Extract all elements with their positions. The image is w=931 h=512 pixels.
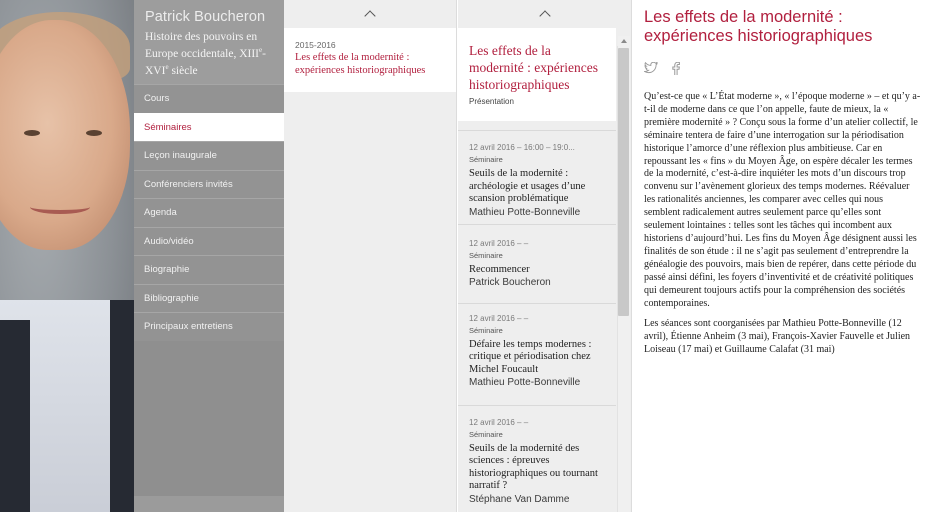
- nav-item-audio-video[interactable]: Audio/vidéo: [134, 226, 284, 255]
- session-header-title: Les effets de la modernité : expériences…: [469, 43, 598, 92]
- session-kind: Séminaire: [469, 325, 503, 335]
- years-scroll-up[interactable]: [284, 0, 456, 28]
- scrollbar-up-arrow[interactable]: [618, 36, 630, 46]
- session-kind: Séminaire: [469, 429, 503, 439]
- session-title: Défaire les temps modernes : critique et…: [469, 338, 592, 375]
- nav-item-cours[interactable]: Cours: [134, 84, 284, 113]
- session-speaker: Mathieu Potte-Bonneville: [469, 206, 581, 218]
- sessions-list: Les effets de la modernité : expériences…: [458, 28, 616, 511]
- session-date: 12 avril 2016 – –: [469, 417, 529, 427]
- session-item[interactable]: 12 avril 2016 – – Séminaire Seuils de la…: [458, 404, 616, 511]
- nav-item-seminaires[interactable]: Séminaires: [134, 112, 284, 141]
- nav-item-biographie[interactable]: Biographie: [134, 255, 284, 284]
- nav-list: Cours Séminaires Leçon inaugurale Confér…: [134, 84, 284, 341]
- session-speaker: Stéphane Van Damme: [469, 493, 570, 505]
- year-seminar-title[interactable]: Les effets de la modernité : expériences…: [295, 52, 446, 77]
- session-speaker: Mathieu Potte-Bonneville: [469, 377, 581, 388]
- article-paragraph: Qu’est-ce que « L’État moderne », « l’ép…: [644, 91, 921, 309]
- article-column: Les effets de la modernité : expériences…: [632, 0, 931, 512]
- session-header[interactable]: Les effets de la modernité : expériences…: [458, 28, 616, 121]
- profile-header: Patrick Boucheron Histoire des pouvoirs …: [134, 0, 284, 84]
- session-date: 12 avril 2016 – –: [469, 313, 529, 323]
- session-kind: Séminaire: [469, 250, 503, 260]
- session-title: Recommencer: [469, 263, 530, 275]
- session-item[interactable]: 12 avril 2016 – – Séminaire Défaire les …: [458, 302, 616, 405]
- article-body: Qu’est-ce que « L’État moderne », « l’ép…: [644, 91, 921, 357]
- article-paragraph: Les séances sont coorganisées par Mathie…: [644, 318, 911, 356]
- professor-name[interactable]: Patrick Boucheron: [145, 9, 274, 25]
- chevron-up-icon: [364, 10, 376, 22]
- article-title: Les effets de la modernité : expériences…: [644, 8, 873, 45]
- session-item[interactable]: 12 avril 2016 – 16:00 – 19:0... Séminair…: [458, 130, 616, 224]
- session-speaker: Patrick Boucheron: [469, 277, 551, 288]
- scrollbar-thumb[interactable]: [618, 48, 629, 316]
- year-item[interactable]: 2015-2016 Les effets de la modernité : e…: [284, 28, 456, 92]
- years-column: 2015-2016 Les effets de la modernité : e…: [284, 0, 457, 512]
- session-date: 12 avril 2016 – –: [469, 238, 529, 248]
- nav-item-conferenciers[interactable]: Conférenciers invités: [134, 169, 284, 198]
- session-date: 12 avril 2016 – 16:00 – 19:0...: [469, 143, 575, 152]
- chevron-up-icon: [538, 10, 551, 22]
- profile-photo: [0, 0, 134, 512]
- nav-item-agenda[interactable]: Agenda: [134, 198, 284, 227]
- session-title: Seuils de la modernité des sciences : ép…: [469, 442, 598, 492]
- sessions-scroll-up[interactable]: [458, 0, 631, 28]
- nav-item-lecon-inaugurale[interactable]: Leçon inaugurale: [134, 141, 284, 170]
- session-kind: Séminaire: [469, 155, 503, 164]
- session-item[interactable]: 12 avril 2016 – – Séminaire Recommencer …: [458, 223, 616, 303]
- social-share: [644, 61, 921, 75]
- sidebar-nav: Patrick Boucheron Histoire des pouvoirs …: [134, 0, 284, 496]
- nav-item-entretiens[interactable]: Principaux entretiens: [134, 312, 284, 341]
- year-label: 2015-2016: [295, 40, 336, 50]
- session-title: Seuils de la modernité : archéologie et …: [469, 168, 586, 204]
- facebook-icon[interactable]: [672, 61, 680, 75]
- nav-item-bibliographie[interactable]: Bibliographie: [134, 283, 284, 312]
- sessions-column: Les effets de la modernité : expériences…: [458, 0, 632, 512]
- chair-title: Histoire des pouvoirs en Europe occident…: [145, 31, 266, 77]
- twitter-icon[interactable]: [644, 62, 658, 74]
- session-header-kind: Présentation: [469, 97, 514, 106]
